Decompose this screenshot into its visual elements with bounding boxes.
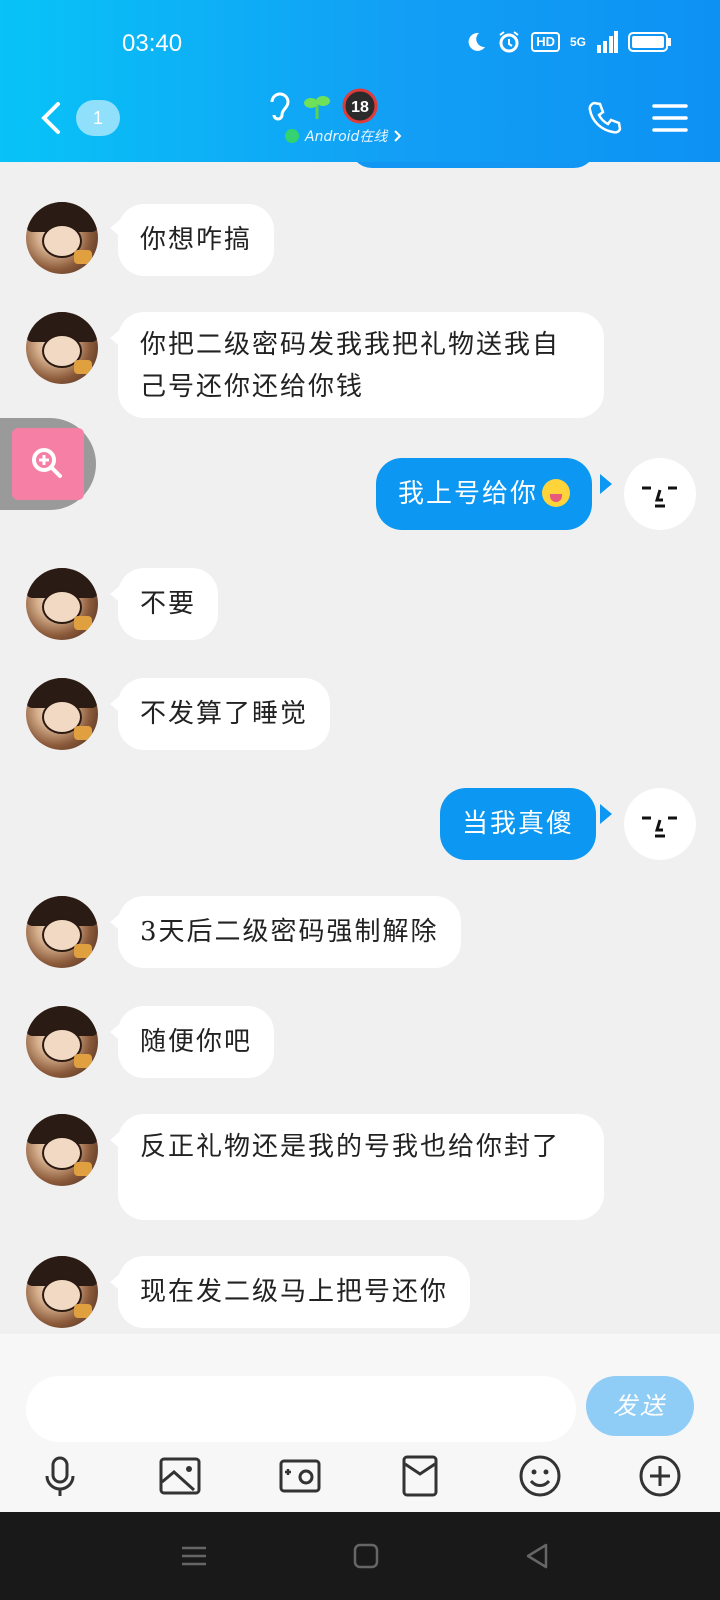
- chat-toolbar: [0, 1452, 720, 1512]
- alarm-icon: [499, 31, 519, 53]
- status-time: 03:40: [122, 30, 183, 57]
- contact-avatar[interactable]: [26, 568, 98, 640]
- microphone-icon[interactable]: [36, 1452, 84, 1500]
- zoom-in-icon: [32, 448, 62, 478]
- recent-apps-icon[interactable]: [178, 1540, 210, 1572]
- online-status-text: Android在线: [305, 129, 388, 145]
- contact-avatar[interactable]: [26, 678, 98, 750]
- contact-badges[interactable]: 18: [266, 88, 378, 124]
- message-bubble[interactable]: 现在发二级马上把号还你: [118, 1256, 471, 1328]
- menu-icon[interactable]: [652, 102, 688, 134]
- online-status[interactable]: Android在线: [285, 126, 403, 146]
- my-avatar[interactable]: [624, 788, 696, 860]
- chevron-right-icon: [394, 130, 402, 142]
- moon-icon: [468, 32, 486, 51]
- contact-avatar[interactable]: [26, 1006, 98, 1078]
- network-label: 5G: [569, 35, 586, 49]
- ear-icon: [270, 92, 290, 121]
- deadpan-face-icon: [642, 486, 677, 508]
- home-icon[interactable]: [350, 1540, 382, 1572]
- camera-icon[interactable]: [276, 1452, 324, 1500]
- unread-count-badge[interactable]: 1: [76, 100, 120, 136]
- emoji-icon: [542, 479, 571, 507]
- message-bubble[interactable]: 你把二级密码发我我把礼物送我自己号还你还给你钱: [118, 312, 604, 418]
- svg-text:18: 18: [351, 99, 369, 116]
- my-message-bubble[interactable]: 当我真傻: [440, 788, 597, 860]
- signal-icon: [597, 31, 618, 53]
- send-button[interactable]: 发送: [586, 1376, 694, 1436]
- status-icons: HD 5G: [465, 30, 672, 54]
- message-bubble[interactable]: 你想咋搞: [118, 204, 275, 276]
- chat-header: 03:40 HD 5G 1 18 Android在线: [0, 0, 720, 162]
- contact-avatar[interactable]: [26, 312, 98, 384]
- message-input[interactable]: [26, 1376, 576, 1442]
- emoji-icon[interactable]: [516, 1452, 564, 1500]
- contact-avatar[interactable]: [26, 896, 98, 968]
- contact-avatar[interactable]: [26, 1256, 98, 1328]
- online-dot: [285, 129, 299, 143]
- image-icon[interactable]: [156, 1452, 204, 1500]
- plus-icon[interactable]: [636, 1452, 684, 1500]
- my-message-bubble[interactable]: 我上号给你: [376, 458, 593, 530]
- red-packet-icon[interactable]: [396, 1452, 444, 1500]
- hd-badge: HD: [531, 32, 560, 52]
- contact-avatar[interactable]: [26, 1114, 98, 1186]
- sprout-icon: [304, 96, 330, 119]
- age-18-icon: 18: [342, 88, 378, 124]
- message-bubble[interactable]: 不发算了睡觉: [118, 678, 331, 750]
- message-bubble[interactable]: 随便你吧: [118, 1006, 275, 1078]
- message-bubble[interactable]: 3天后二级密码强制解除: [118, 896, 461, 968]
- back-icon[interactable]: [522, 1540, 554, 1572]
- system-nav-bar: [0, 1512, 720, 1600]
- phone-icon[interactable]: [586, 100, 622, 136]
- back-chevron-icon[interactable]: [36, 98, 66, 138]
- battery-icon: [628, 32, 671, 52]
- deadpan-face-icon: [642, 816, 677, 838]
- contact-avatar[interactable]: [26, 202, 98, 274]
- zoom-button[interactable]: [12, 428, 84, 500]
- message-bubble[interactable]: 不要: [118, 568, 219, 640]
- message-bubble[interactable]: 反正礼物还是我的号我也给你封了: [118, 1114, 604, 1220]
- my-avatar[interactable]: [624, 458, 696, 530]
- my-message-text: 我上号给你: [398, 479, 539, 509]
